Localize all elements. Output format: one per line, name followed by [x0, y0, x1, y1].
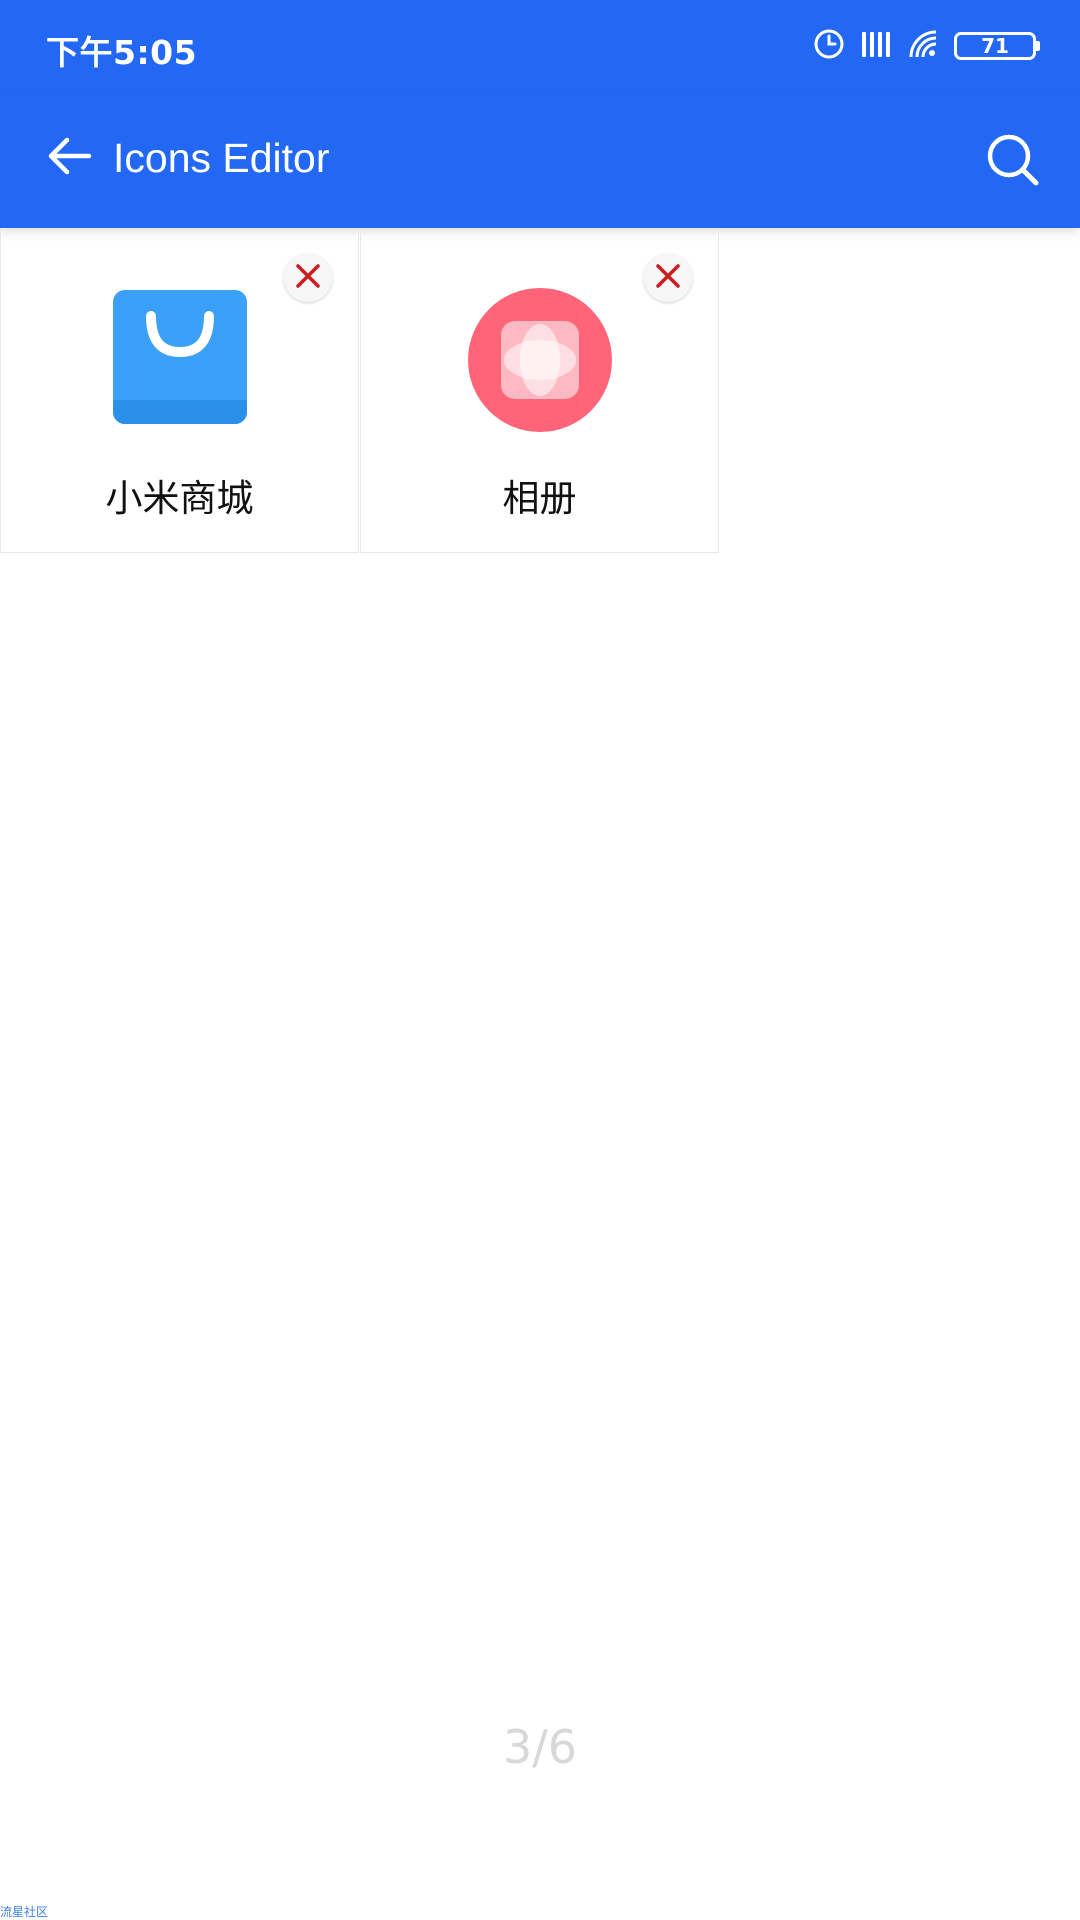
alarm-icon — [812, 27, 846, 65]
back-button[interactable] — [36, 125, 102, 191]
remove-button[interactable] — [644, 254, 692, 302]
icon-cell-gallery[interactable]: 相册 — [360, 229, 719, 553]
battery-level: 71 — [981, 34, 1009, 58]
app-bar: Icons Editor — [0, 95, 1080, 228]
gallery-flower-icon — [467, 288, 612, 436]
status-time: 下午5:05 — [46, 33, 198, 72]
status-bar: 下午5:05 71 — [0, 0, 1080, 95]
remove-button[interactable] — [284, 254, 332, 302]
status-icons: 71 — [812, 27, 1040, 65]
arrow-left-icon — [45, 132, 93, 184]
app-label: 相册 — [502, 477, 577, 520]
page-title: Icons Editor — [113, 135, 330, 181]
page-indicator: 3/6 — [502, 1720, 578, 1774]
battery-icon: 71 — [954, 32, 1040, 60]
close-icon — [655, 263, 681, 293]
app-label: 小米商城 — [105, 477, 254, 520]
icon-grid: 小米商城 相册 — [0, 229, 720, 553]
wifi-icon — [908, 29, 940, 63]
close-icon — [295, 263, 321, 293]
watermark: 流星社区 — [0, 1905, 49, 1919]
icon-cell-store[interactable]: 小米商城 — [0, 229, 359, 553]
search-icon — [985, 132, 1041, 192]
search-button[interactable] — [980, 129, 1046, 195]
shopping-bag-icon — [112, 290, 247, 428]
signal-icon — [860, 29, 894, 63]
